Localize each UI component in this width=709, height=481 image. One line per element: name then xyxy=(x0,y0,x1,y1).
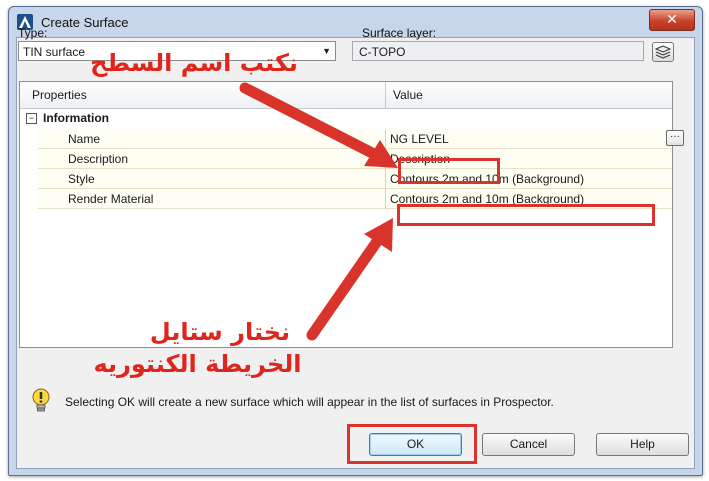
row-separator xyxy=(385,189,386,209)
layer-select-button[interactable] xyxy=(652,42,674,62)
name-value-input[interactable]: NG LEVEL xyxy=(390,132,449,146)
annotation-bottom-line1: نختار ستايل xyxy=(149,318,291,346)
row-separator xyxy=(385,169,386,189)
ellipsis-button[interactable]: ··· xyxy=(666,130,684,146)
close-button[interactable]: ✕ xyxy=(649,9,695,31)
annotation-top: نكتب اسم السطح xyxy=(90,49,298,77)
cancel-button[interactable]: Cancel xyxy=(482,433,575,456)
column-separator xyxy=(385,82,386,108)
row-separator xyxy=(385,149,386,169)
info-message: Selecting OK will create a new surface w… xyxy=(65,395,554,409)
annotation-bottom-line2: الخريطة الكنتوريه xyxy=(93,350,302,378)
lightbulb-icon xyxy=(32,388,50,412)
category-label: Information xyxy=(43,111,109,125)
properties-column-header: Properties xyxy=(32,88,87,102)
property-row-description[interactable]: Description Description xyxy=(38,149,672,169)
property-row-style[interactable]: Style Contours 2m and 10m (Background) xyxy=(38,169,672,189)
row-separator xyxy=(385,129,386,149)
surface-layer-value: C-TOPO xyxy=(359,45,406,59)
property-name: Style xyxy=(68,172,95,186)
property-row-name[interactable]: Name NG LEVEL ··· xyxy=(38,129,684,149)
property-name: Description xyxy=(68,152,129,166)
ok-highlight-box xyxy=(347,424,477,464)
value-column-header: Value xyxy=(393,88,423,102)
type-label: Type: xyxy=(18,26,48,40)
property-name: Render Material xyxy=(68,192,154,206)
collapse-icon[interactable]: − xyxy=(26,113,37,124)
surface-layer-field: C-TOPO xyxy=(352,41,644,61)
window-title: Create Surface xyxy=(41,15,129,30)
information-category[interactable]: − Information xyxy=(20,109,672,128)
name-highlight-box xyxy=(398,158,500,184)
help-button[interactable]: Help xyxy=(596,433,689,456)
layer-stack-icon xyxy=(654,45,672,59)
title-bar: Create Surface ✕ xyxy=(9,7,702,37)
style-highlight-box xyxy=(397,204,655,226)
property-name: Name xyxy=(68,132,101,146)
dropdown-arrow-icon[interactable]: ▼ xyxy=(322,46,331,56)
grid-header: Properties Value xyxy=(20,82,672,109)
surface-layer-label: Surface layer: xyxy=(362,26,437,40)
type-dropdown-value: TIN surface xyxy=(23,45,86,59)
